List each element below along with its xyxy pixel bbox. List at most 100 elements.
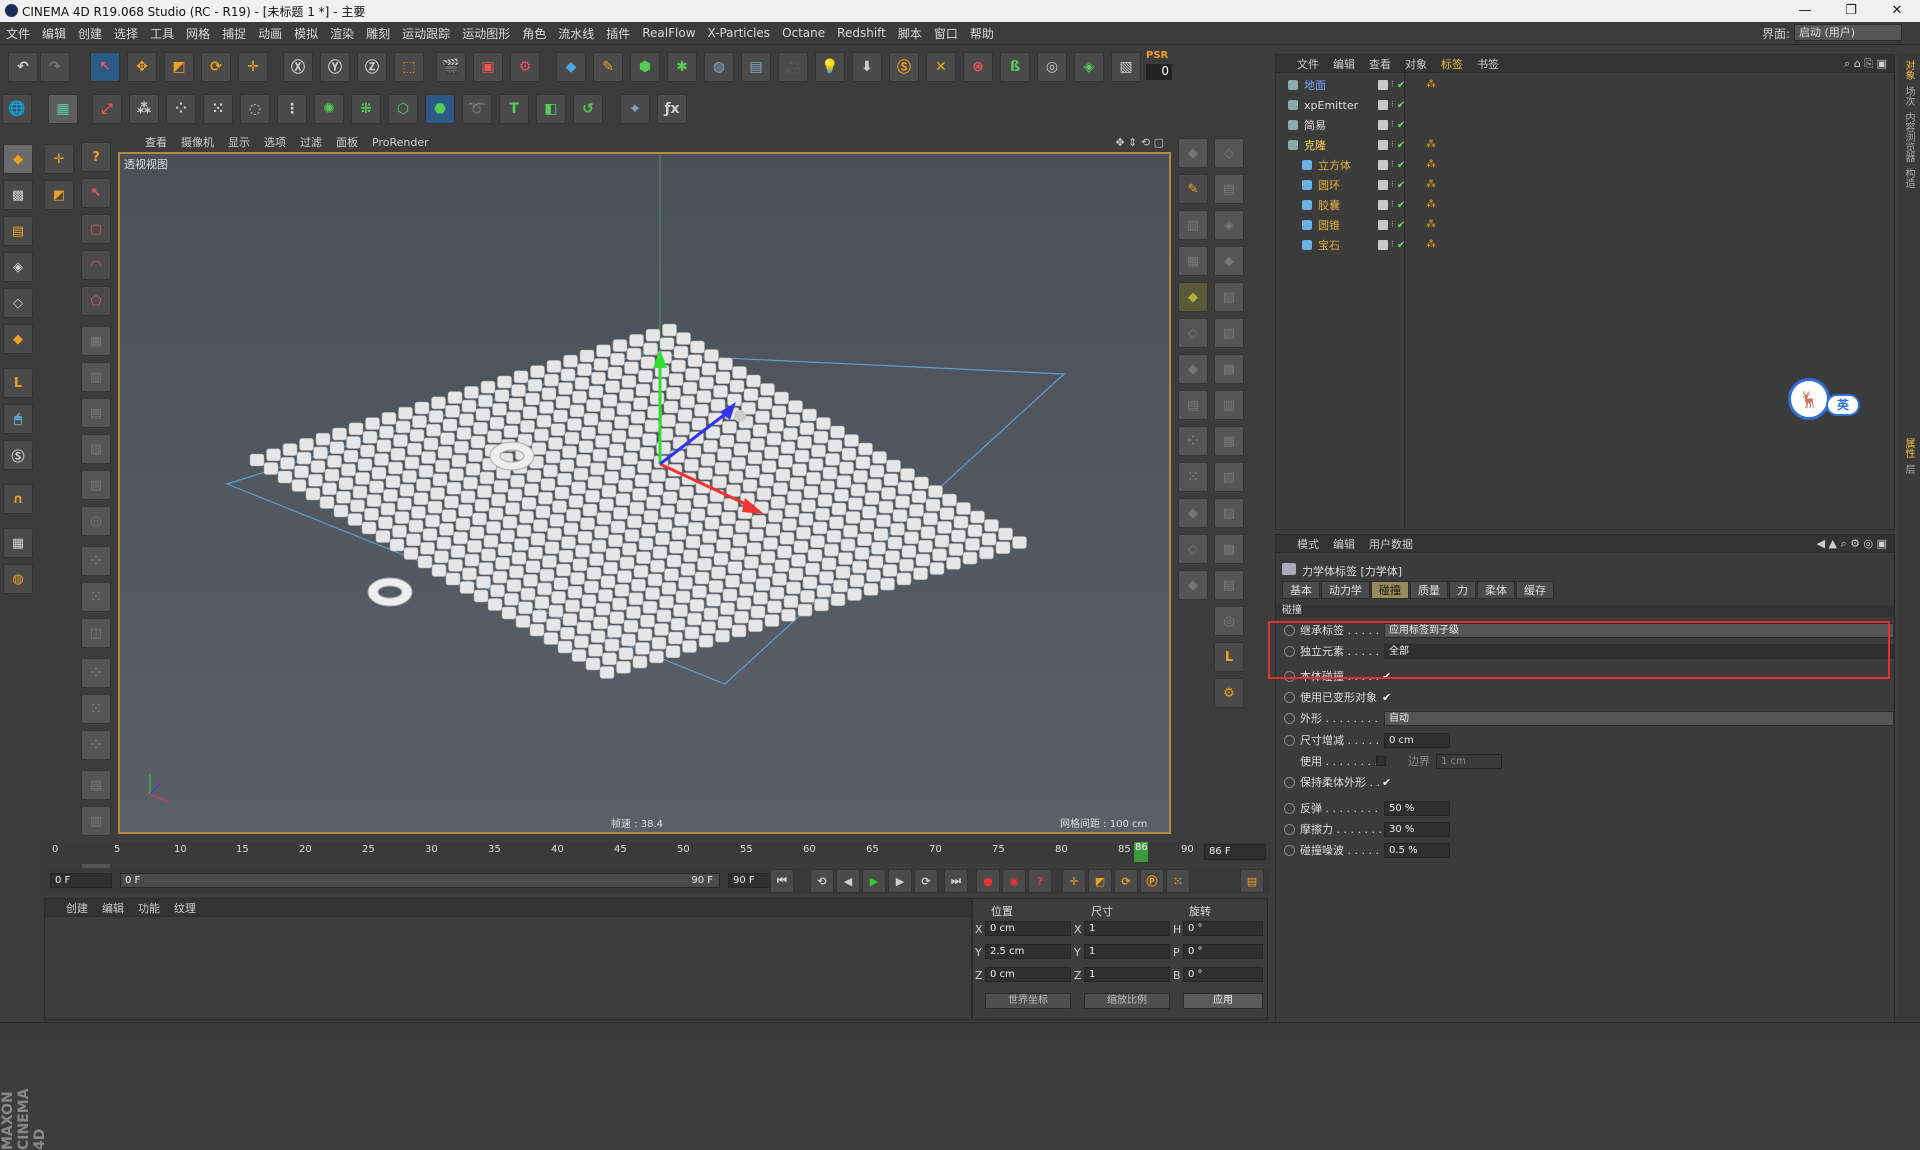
key-pla-icon[interactable]: ⁙ [1166,869,1190,893]
workplane-lock-icon[interactable]: ◍ [3,564,33,594]
scale-mode-select[interactable]: 缩放比例 [1084,993,1170,1009]
side-tool-14-icon[interactable]: ▤ [1178,390,1208,420]
light-icon[interactable]: 💡 [815,52,845,82]
visibility-dots-icon[interactable]: ⁝ [1391,100,1394,111]
dock-tab-layers[interactable]: 层 [1901,464,1916,474]
use-margin-checkbox[interactable] [1376,756,1386,766]
transform-icon[interactable]: ✛ [238,52,268,82]
workplane-icon[interactable]: ▤ [3,216,33,246]
tab-force[interactable]: 力 [1449,581,1476,599]
go-to-start-icon[interactable]: ⏮ [770,869,794,893]
array-icon[interactable]: ✱ [667,52,697,82]
prev-frame-icon[interactable]: ◀ [836,869,860,893]
menu-select[interactable]: 选择 [108,25,144,42]
side-tool-7-icon[interactable]: ◆ [1214,246,1244,276]
timeline-ruler[interactable]: 0 5 10 15 20 25 30 35 40 45 50 55 60 65 … [44,842,1270,864]
xparticles-icon[interactable]: ✕ [926,52,956,82]
visibility-dots-icon[interactable]: ⁝ [1391,80,1394,91]
render-picture-viewer-icon[interactable]: ▣ [473,52,503,82]
side-tool-12-icon[interactable]: ◆ [1178,354,1208,384]
position-x-field[interactable]: 0 cm [985,921,1071,936]
object-flags[interactable]: ⁝ ✔ [1378,239,1418,251]
world-coords-select[interactable]: 世界坐标 [985,993,1071,1009]
next-key-icon[interactable]: ⟳ [914,869,938,893]
size-x-field[interactable]: 1 [1084,921,1170,936]
select-arrow-icon[interactable]: ↖ [81,178,111,208]
enable-toggle-icon[interactable] [1378,239,1388,250]
object-name[interactable]: 简易 [1304,117,1326,133]
render-settings-icon[interactable]: ⚙ [510,52,540,82]
download-icon[interactable]: ⬇ [852,52,882,82]
anim-radio-icon[interactable] [1284,802,1295,814]
go-to-end-icon[interactable]: ⏭ [944,869,968,893]
attr-menu-mode[interactable]: 模式 [1290,536,1326,552]
mograph-matrix-icon[interactable]: ⁜ [351,94,381,124]
select-points-icon[interactable]: ⁂ [129,94,159,124]
menu-sculpt[interactable]: 雕刻 [360,25,396,42]
dynamics-tag-icon[interactable]: ⁂ [1426,219,1438,231]
play-icon[interactable]: ▶ [862,869,886,893]
material-menu-texture[interactable]: 纹理 [167,900,203,916]
object-menu-bookmarks[interactable]: 书签 [1470,56,1506,72]
object-name[interactable]: 宝石 [1318,237,1340,253]
render-view-icon[interactable]: 🎬 [436,52,466,82]
side-tool-8-icon[interactable]: ◆ [1178,282,1208,312]
visibility-dots-icon[interactable]: ⁝ [1391,240,1394,251]
menu-mograph[interactable]: 运动图形 [456,25,516,42]
object-mode-icon[interactable]: ◆ [3,144,33,174]
menu-window[interactable]: 窗口 [928,25,964,42]
motext-icon[interactable]: T [499,94,529,124]
key-rotation-icon[interactable]: ⟳ [1114,869,1138,893]
object-flags[interactable]: ⁝ ✔ [1378,119,1418,131]
menu-character[interactable]: 角色 [516,25,552,42]
position-z-field[interactable]: 0 cm [985,967,1071,982]
side-tool-13-icon[interactable]: ▩ [1214,354,1244,384]
side-tool-4-icon[interactable]: ▥ [1178,210,1208,240]
side-tool-16-icon[interactable]: ⁘ [1178,426,1208,456]
sphere-grid-icon[interactable]: ◎ [1037,52,1067,82]
ime-badge[interactable]: 🦌 英 [1788,378,1864,420]
object-name[interactable]: 圆环 [1318,177,1340,193]
position-y-field[interactable]: 2.5 cm [985,944,1071,959]
menu-simulate[interactable]: 模拟 [288,25,324,42]
dock-tab-attributes[interactable]: 属性 [1901,438,1916,458]
tool-k-icon[interactable]: ⁙ [81,694,111,724]
range-slider[interactable]: 0 F 90 F [120,873,720,888]
autokey-icon[interactable]: ◉ [1002,869,1026,893]
menu-render[interactable]: 渲染 [324,25,360,42]
object-flags[interactable]: ⁝ ✔ [1378,99,1418,111]
polygons-mode-icon[interactable]: ◆ [3,324,33,354]
viewport-menu-panel[interactable]: 面板 [329,134,365,150]
tool-i-icon[interactable]: ◫ [81,618,111,648]
margin-field[interactable]: 1 cm [1436,753,1502,769]
rotate-icon[interactable]: ⟳ [201,52,231,82]
attr-nav-icons[interactable]: ◀ ▲ ⌕ ⚙ ◎ ▣ [1810,537,1894,551]
prev-key-icon[interactable]: ⟲ [810,869,834,893]
side-tool-23-icon[interactable]: ▩ [1214,534,1244,564]
pen-icon[interactable]: ✎ [593,52,623,82]
points-mode-icon[interactable]: ◈ [3,252,33,282]
rotation-p-field[interactable]: 0 ° [1183,944,1263,959]
visibility-dots-icon[interactable]: ⁝ [1391,160,1394,171]
enable-toggle-icon[interactable] [1378,139,1388,150]
y-axis-icon[interactable]: Ⓨ [320,52,350,82]
friction-field[interactable]: 30 % [1384,821,1450,837]
dynamics-tag-icon[interactable]: ⁂ [1426,79,1438,91]
effector-icon[interactable]: ⌖ [620,94,650,124]
tab-collision[interactable]: 碰撞 [1371,581,1409,599]
side-tool-26-icon[interactable]: ◎ [1214,606,1244,636]
timeline-playhead[interactable]: 86 [1134,842,1148,862]
enable-toggle-icon[interactable] [1378,199,1388,210]
menu-xparticles[interactable]: X-Particles [702,26,777,40]
camera-icon[interactable]: 🎥 [778,52,808,82]
side-tool-18-icon[interactable]: ⁙ [1178,462,1208,492]
tweak-mode-icon[interactable]: 🖱 [3,404,33,434]
object-row[interactable]: 胶囊 ⁝ ✔ ⁂ [1276,195,1894,215]
loop-select-icon[interactable]: ◌ [240,94,270,124]
settings-cube-icon[interactable]: ⚙ [1214,678,1244,708]
object-menu-tags[interactable]: 标签 [1434,56,1470,72]
visibility-dots-icon[interactable]: ⁝ [1391,180,1394,191]
tab-mass[interactable]: 质量 [1410,581,1448,599]
subdivision-icon[interactable]: ⬢ [630,52,660,82]
anim-radio-icon[interactable] [1284,734,1295,746]
